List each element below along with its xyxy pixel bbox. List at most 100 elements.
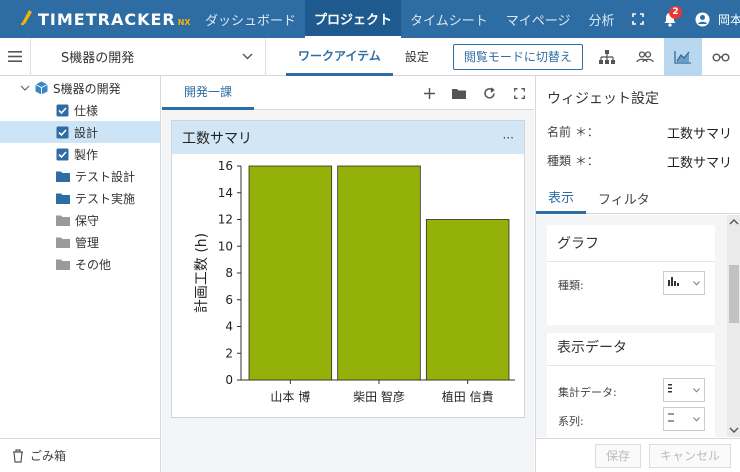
y-tick-label: 0 <box>225 373 233 387</box>
panel-footer: 保存 キャンセル <box>536 438 740 472</box>
nav-tab-analysis[interactable]: 分析 <box>580 0 624 38</box>
scroll-down-icon[interactable] <box>727 423 740 437</box>
project-cube-icon <box>35 81 48 95</box>
widget-settings-panel: ウィジェット設定 名前 ＊： 工数サマリ 種類 ＊： 工数サマリ 表示 フィルタ… <box>535 76 740 472</box>
tab-settings[interactable]: 設定 <box>393 38 441 76</box>
graph-section-title: グラフ <box>557 236 599 252</box>
analytics-chart-icon[interactable] <box>664 38 702 76</box>
chevron-down-icon <box>693 278 700 289</box>
nav-tab-mypage[interactable]: マイページ <box>497 0 580 38</box>
aggregate-data-label: 集計データ: <box>558 386 617 399</box>
type-label: 種類 ＊： <box>547 154 599 168</box>
tab-work-items[interactable]: ワークアイテム <box>286 38 393 76</box>
nav-tab-timesheet[interactable]: タイムシート <box>401 0 497 38</box>
tab-display[interactable]: 表示 <box>536 182 587 214</box>
project-selector[interactable]: S機器の開発 <box>30 37 266 76</box>
menu-hamburger-icon[interactable] <box>0 51 30 62</box>
chevron-down-icon <box>693 414 700 425</box>
folder-icon[interactable] <box>444 76 474 110</box>
tree-item[interactable]: 仕様 <box>0 99 160 121</box>
widget-menu-icon[interactable]: ··· <box>503 131 514 145</box>
widget-title: 工数サマリ <box>182 130 252 147</box>
aggregate-data-select[interactable] <box>663 378 705 402</box>
scroll-up-icon[interactable] <box>727 215 740 229</box>
y-tick-label: 12 <box>218 213 233 227</box>
series-select[interactable] <box>663 407 705 431</box>
tree-item-label: テスト実施 <box>75 191 136 206</box>
tree-item[interactable]: 管理 <box>0 231 160 253</box>
chevron-down-icon <box>693 385 700 396</box>
trash-icon <box>12 448 24 463</box>
trash-label: ごみ箱 <box>30 449 67 463</box>
tree-item[interactable]: その他 <box>0 253 160 275</box>
add-icon[interactable] <box>414 76 444 110</box>
nav-tab-project[interactable]: プロジェクト <box>305 0 402 38</box>
y-tick-label: 10 <box>218 239 233 253</box>
tree-item[interactable]: 製作 <box>0 143 160 165</box>
tab-dev-section-1[interactable]: 開発一課 <box>162 76 255 110</box>
data-section-title: 表示データ <box>557 340 627 356</box>
y-tick-label: 8 <box>225 266 233 280</box>
tree-root-label: S機器の開発 <box>53 81 121 96</box>
widget-header: 工数サマリ ··· <box>172 121 524 154</box>
tab-filter[interactable]: フィルタ <box>586 182 662 214</box>
y-tick-label: 4 <box>225 320 233 334</box>
hierarchy-icon[interactable] <box>588 38 626 76</box>
fullscreen-icon[interactable] <box>622 0 654 38</box>
logo-mark-icon <box>20 9 34 29</box>
logo-suffix: NX <box>177 17 191 27</box>
tree-item[interactable]: 保守 <box>0 209 160 231</box>
tree-item-label: 保守 <box>75 213 100 228</box>
y-tick-label: 16 <box>218 159 233 173</box>
logo-text: TIMETRACKER <box>38 9 176 29</box>
glasses-icon[interactable] <box>702 38 740 76</box>
series-value-icon <box>668 413 674 425</box>
trash-bin[interactable]: ごみ箱 <box>0 438 160 472</box>
tree-item[interactable]: テスト設計 <box>0 165 160 187</box>
settings-scrollbar[interactable] <box>727 215 740 437</box>
graph-type-label: 種類: <box>558 279 584 292</box>
y-axis-title: 計画工数 (h) <box>194 233 210 313</box>
bar-1 <box>248 165 333 381</box>
tree-item[interactable]: テスト実施 <box>0 187 160 209</box>
type-value[interactable]: 工数サマリ <box>667 152 732 171</box>
folder-blue-icon <box>56 193 70 204</box>
y-tick-label: 14 <box>218 186 233 200</box>
graph-type-select[interactable] <box>663 271 705 295</box>
user-name[interactable]: 岡本 <box>718 11 740 28</box>
top-navigation: TIMETRACKER NX ダッシュボード プロジェクト タイムシート マイペ… <box>0 0 740 38</box>
x-tick-label: 植田 信貴 <box>442 389 494 404</box>
collapse-chevron-icon[interactable] <box>20 85 30 92</box>
tree-item[interactable]: 設計 <box>0 121 160 143</box>
folder-gray-icon <box>56 215 70 226</box>
task-check-icon <box>56 104 69 117</box>
x-tick-label: 山本 博 <box>270 389 310 404</box>
task-check-icon <box>56 148 69 161</box>
nav-tab-dashboard[interactable]: ダッシュボード <box>196 0 305 38</box>
chevron-down-icon <box>242 49 253 64</box>
workload-summary-widget: 工数サマリ ··· 0 2 4 6 8 10 12 14 16 計画工数 (h) 山本 博 柴田 智彦… <box>171 120 525 418</box>
tree-item-label: その他 <box>75 257 112 272</box>
refresh-icon[interactable] <box>474 76 504 110</box>
tree-root-item[interactable]: S機器の開発 <box>0 77 160 99</box>
notification-badge: 2 <box>669 6 682 19</box>
dashboard-area: 開発一課 工数サマリ ··· 0 2 4 6 8 10 12 14 16 計画工数 (h) 山本 博… <box>162 76 534 472</box>
scrollbar-thumb[interactable] <box>729 265 739 323</box>
list-icon <box>668 384 672 396</box>
tree-item-label: 仕様 <box>74 103 99 118</box>
series-label: 系列: <box>558 415 584 428</box>
user-avatar-icon[interactable] <box>686 0 718 38</box>
x-tick-label: 柴田 智彦 <box>353 389 405 404</box>
name-label: 名前 ＊： <box>547 125 599 139</box>
bar-2 <box>337 165 421 381</box>
fullscreen-icon[interactable] <box>504 76 534 110</box>
app-logo[interactable]: TIMETRACKER NX <box>0 0 196 38</box>
tree-item-label: 管理 <box>75 235 100 250</box>
name-value[interactable]: 工数サマリ <box>667 123 732 142</box>
view-mode-toggle-button[interactable]: 閲覧モードに切替え <box>452 43 583 70</box>
notification-bell-icon[interactable]: 2 <box>654 0 686 38</box>
save-button[interactable]: 保存 <box>594 443 641 468</box>
members-icon[interactable] <box>626 38 664 76</box>
workload-bar-chart: 0 2 4 6 8 10 12 14 16 計画工数 (h) 山本 博 柴田 智彦 植田 信貴 <box>194 159 515 404</box>
cancel-button[interactable]: キャンセル <box>648 443 731 468</box>
